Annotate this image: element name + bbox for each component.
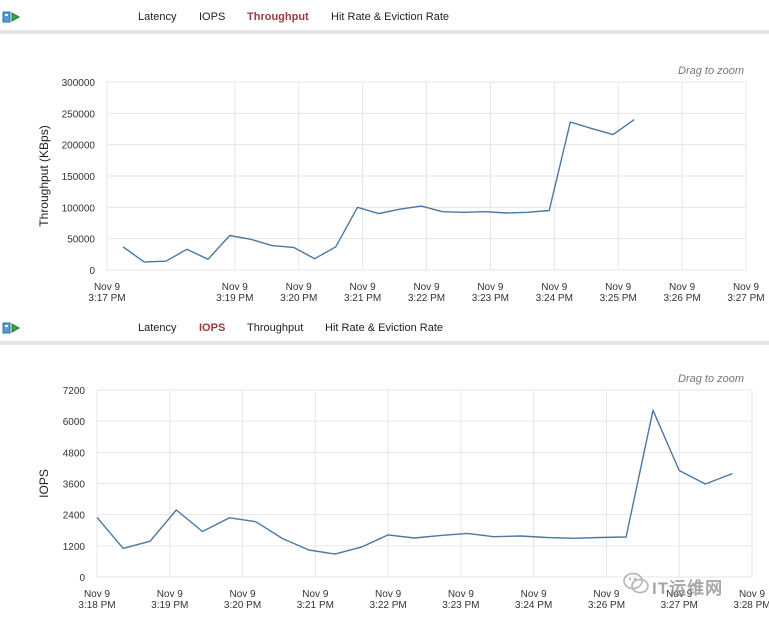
x-tick-time: 3:19 PM — [216, 293, 253, 304]
y-axis-label: Throughput (KBps) — [37, 125, 51, 226]
tab-hit-rate-eviction-rate[interactable]: Hit Rate & Eviction Rate — [325, 322, 443, 334]
x-tick-time: 3:20 PM — [224, 600, 261, 611]
storage-app-icon — [2, 11, 20, 23]
x-tick-time: 3:26 PM — [588, 600, 625, 611]
x-tick-time: 3:28 PM — [733, 600, 769, 611]
x-tick-time: 3:26 PM — [663, 293, 700, 304]
x-tick-date: Nov 9 — [229, 589, 256, 600]
y-tick-label: 100000 — [62, 203, 96, 214]
x-tick-time: 3:24 PM — [536, 293, 573, 304]
x-tick-time: 3:25 PM — [600, 293, 637, 304]
x-tick-date: Nov 9 — [375, 589, 402, 600]
x-tick-time: 3:17 PM — [88, 293, 125, 304]
x-tick-time: 3:23 PM — [442, 600, 479, 611]
x-tick-date: Nov 9 — [605, 282, 632, 293]
throughput-chart[interactable]: 300000 250000 200000 150000 100000 50000 0 Nov … — [0, 34, 769, 310]
watermark-text: IT运维网 — [652, 579, 724, 598]
tab-iops[interactable]: IOPS — [199, 11, 225, 23]
x-tick-date: Nov 9 — [94, 282, 121, 293]
x-tick-time: 3:21 PM — [297, 600, 334, 611]
x-tick-date: Nov 9 — [413, 282, 440, 293]
x-tick-date: Nov 9 — [222, 282, 249, 293]
x-tick-time: 3:22 PM — [408, 293, 445, 304]
y-tick-label: 0 — [79, 573, 85, 584]
y-tick-label: 0 — [89, 266, 95, 277]
x-tick-time: 3:27 PM — [661, 600, 698, 611]
x-tick-date: Nov 9 — [350, 282, 377, 293]
watermark: IT运维网 — [622, 570, 769, 600]
x-tick-date: Nov 9 — [84, 589, 111, 600]
storage-app-icon — [2, 322, 20, 334]
x-tick-date: Nov 9 — [157, 589, 184, 600]
y-tick-label: 150000 — [62, 172, 96, 183]
x-tick-date: Nov 9 — [669, 282, 696, 293]
x-tick-time: 3:18 PM — [78, 600, 115, 611]
x-tick-date: Nov 9 — [541, 282, 568, 293]
y-tick-label: 300000 — [62, 78, 96, 89]
tab-latency[interactable]: Latency — [138, 322, 177, 334]
y-tick-label: 7200 — [63, 386, 86, 397]
metric-tab-bar: Latency IOPS Throughput Hit Rate & Evict… — [0, 0, 769, 34]
series-line — [96, 409, 733, 555]
x-tick-time: 3:19 PM — [151, 600, 188, 611]
tab-latency[interactable]: Latency — [138, 11, 177, 23]
y-tick-label: 250000 — [62, 109, 96, 120]
wechat-icon — [623, 572, 649, 594]
y-tick-label: 1200 — [63, 542, 86, 553]
x-tick-time: 3:23 PM — [472, 293, 509, 304]
x-tick-time: 3:24 PM — [515, 600, 552, 611]
x-tick-date: Nov 9 — [286, 282, 313, 293]
x-tick-date: Nov 9 — [477, 282, 504, 293]
y-tick-label: 3600 — [63, 480, 86, 491]
y-tick-label: 2400 — [63, 511, 86, 522]
x-tick-time: 3:21 PM — [344, 293, 381, 304]
x-tick-date: Nov 9 — [302, 589, 329, 600]
throughput-panel: Latency IOPS Throughput Hit Rate & Evict… — [0, 0, 769, 310]
x-tick-time: 3:22 PM — [369, 600, 406, 611]
y-tick-label: 6000 — [63, 417, 86, 428]
y-tick-label: 50000 — [67, 235, 95, 246]
tab-throughput[interactable]: Throughput — [247, 11, 309, 23]
y-tick-label: 4800 — [63, 448, 86, 459]
y-tick-label: 200000 — [62, 141, 96, 152]
tab-throughput[interactable]: Throughput — [247, 322, 303, 334]
x-tick-date: Nov 9 — [448, 589, 475, 600]
y-axis-label: IOPS — [37, 469, 51, 498]
metric-tab-bar: Latency IOPS Throughput Hit Rate & Evict… — [0, 311, 769, 345]
x-tick-date: Nov 9 — [521, 589, 548, 600]
x-tick-time: 3:20 PM — [280, 293, 317, 304]
x-tick-date: Nov 9 — [733, 282, 760, 293]
x-tick-date: Nov 9 — [593, 589, 620, 600]
tab-iops[interactable]: IOPS — [199, 322, 225, 334]
x-tick-time: 3:27 PM — [727, 293, 764, 304]
tab-hit-rate-eviction-rate[interactable]: Hit Rate & Eviction Rate — [331, 11, 449, 23]
series-line — [122, 119, 635, 263]
